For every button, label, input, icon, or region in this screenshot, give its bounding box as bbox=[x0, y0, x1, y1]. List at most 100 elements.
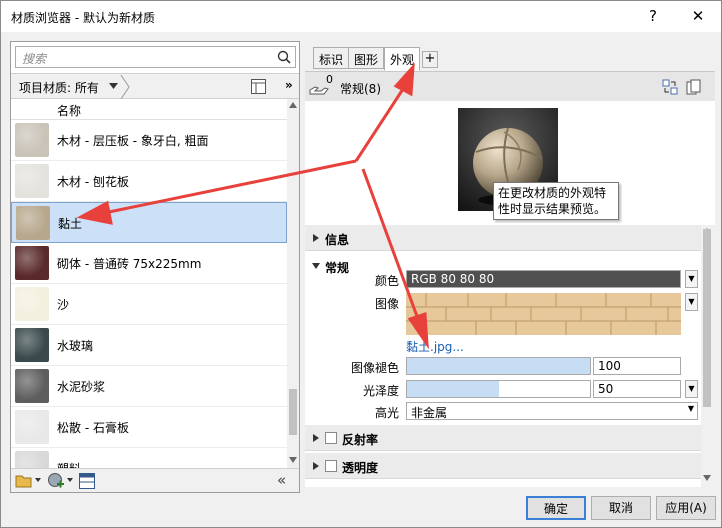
section-info-label: 信息 bbox=[325, 233, 350, 247]
material-list-panel: 搜索 项目材质: 所有 » 名称 木材 - 层压板 - 象牙白, 粗面 木材 - … bbox=[10, 41, 300, 493]
section-transparency[interactable]: 透明度 bbox=[305, 453, 701, 479]
section-info[interactable]: 信息 bbox=[305, 225, 701, 251]
material-thumbnail bbox=[15, 328, 49, 362]
search-box[interactable]: 搜索 bbox=[15, 46, 296, 68]
image-dropdown[interactable]: ▼ bbox=[685, 293, 698, 311]
glossiness-value[interactable]: 50 bbox=[593, 380, 681, 398]
scroll-down-icon[interactable] bbox=[289, 457, 297, 463]
collapse-library-icon[interactable]: « bbox=[277, 471, 286, 489]
filter-bar: 项目材质: 所有 » bbox=[11, 73, 299, 99]
material-thumbnail bbox=[15, 287, 49, 321]
material-list-item[interactable]: 塑料 bbox=[11, 448, 287, 468]
ok-button[interactable]: 确定 bbox=[526, 496, 586, 520]
section-reflectivity-label: 反射率 bbox=[342, 433, 379, 447]
section-reflectivity[interactable]: 反射率 bbox=[305, 425, 701, 451]
highlights-value: 非金属 bbox=[411, 406, 448, 420]
material-thumbnail bbox=[15, 369, 49, 403]
material-editor-icon[interactable] bbox=[79, 473, 95, 489]
material-name: 砌体 - 普通砖 75x225mm bbox=[57, 257, 202, 271]
color-swatch-field[interactable]: RGB 80 80 80 bbox=[406, 270, 681, 288]
tab-graphics[interactable]: 图形 bbox=[348, 47, 385, 69]
material-list-item[interactable]: 木材 - 层压板 - 象牙白, 粗面 bbox=[11, 120, 287, 161]
properties-panel: 信息 常规 颜色 RGB 80 80 80 ▼ 图像 ▼ 黏土.jpg... 图… bbox=[305, 225, 701, 487]
material-list-item[interactable]: 沙 bbox=[11, 284, 287, 325]
asset-name: 常规(8) bbox=[340, 82, 381, 96]
add-tab-button[interactable]: + bbox=[422, 51, 438, 68]
close-button[interactable]: ✕ bbox=[683, 5, 713, 27]
material-thumbnail bbox=[15, 246, 49, 280]
glossiness-label: 光泽度 bbox=[362, 384, 399, 398]
list-scrollbar[interactable] bbox=[287, 99, 299, 469]
highlights-select[interactable]: 非金属 ▼ bbox=[406, 402, 698, 420]
collapse-arrow-icon[interactable] bbox=[312, 263, 320, 269]
chevron-down-icon[interactable] bbox=[109, 83, 118, 89]
asset-toolbar: 0 常规(8) bbox=[305, 71, 715, 101]
expand-arrow-icon[interactable] bbox=[313, 234, 319, 242]
material-name: 松散 - 石膏板 bbox=[57, 421, 129, 435]
cancel-button[interactable]: 取消 bbox=[591, 496, 651, 520]
material-list: 木材 - 层压板 - 象牙白, 粗面木材 - 刨花板黏土砌体 - 普通砖 75x… bbox=[11, 120, 287, 468]
image-texture-thumbnail[interactable] bbox=[406, 293, 681, 335]
material-thumbnail bbox=[15, 123, 49, 157]
material-thumbnail bbox=[15, 451, 49, 468]
expand-arrow-icon[interactable] bbox=[313, 434, 319, 442]
material-list-item[interactable]: 水玻璃 bbox=[11, 325, 287, 366]
list-header: 名称 bbox=[11, 99, 287, 120]
color-dropdown[interactable]: ▼ bbox=[685, 270, 698, 288]
material-list-item[interactable]: 水泥砂浆 bbox=[11, 366, 287, 407]
scroll-thumb[interactable] bbox=[289, 389, 297, 435]
breadcrumb-arrow-icon bbox=[120, 75, 130, 99]
image-fade-slider[interactable] bbox=[406, 357, 591, 375]
material-name: 水玻璃 bbox=[57, 339, 94, 353]
create-material-icon[interactable] bbox=[47, 472, 65, 490]
glossiness-slider[interactable] bbox=[406, 380, 591, 398]
material-browser-window: 材质浏览器 - 默认为新材质 ? ✕ 搜索 项目材质: 所有 » 名称 木材 -… bbox=[0, 0, 722, 528]
chevron-down-icon[interactable] bbox=[35, 478, 41, 482]
properties-scrollbar[interactable] bbox=[701, 225, 713, 487]
name-column-header[interactable]: 名称 bbox=[57, 102, 81, 119]
material-list-item[interactable]: 黏土 bbox=[11, 202, 287, 243]
glossiness-fill bbox=[407, 381, 499, 397]
expand-arrow-icon[interactable] bbox=[313, 462, 319, 470]
tab-appearance[interactable]: 外观 bbox=[384, 47, 421, 71]
view-layout-icon[interactable] bbox=[251, 79, 266, 94]
image-file-link[interactable]: 黏土.jpg... bbox=[406, 338, 464, 355]
chevron-down-icon[interactable]: ▼ bbox=[688, 404, 694, 413]
material-name: 塑料 bbox=[57, 460, 81, 468]
window-title: 材质浏览器 - 默认为新材质 bbox=[11, 11, 155, 25]
tab-identity[interactable]: 标识 bbox=[313, 47, 350, 69]
help-button[interactable]: ? bbox=[638, 5, 668, 27]
chevron-down-icon[interactable] bbox=[67, 478, 73, 482]
scroll-down-icon[interactable] bbox=[703, 475, 711, 481]
search-icon[interactable] bbox=[277, 50, 291, 64]
material-list-item[interactable]: 松散 - 石膏板 bbox=[11, 407, 287, 448]
apply-button[interactable]: 应用(A) bbox=[656, 496, 716, 520]
replace-asset-icon[interactable] bbox=[662, 79, 678, 95]
material-name: 黏土 bbox=[58, 217, 83, 231]
filter-dropdown[interactable]: 项目材质: 所有 bbox=[19, 79, 99, 96]
scroll-up-icon[interactable] bbox=[289, 102, 297, 108]
glossiness-dropdown[interactable]: ▼ bbox=[685, 380, 698, 398]
transparency-checkbox[interactable] bbox=[325, 460, 337, 472]
color-label: 颜色 bbox=[374, 274, 399, 288]
preview-tooltip: 在更改材质的外观特性时显示结果预览。 bbox=[493, 182, 619, 220]
material-name: 木材 - 层压板 - 象牙白, 粗面 bbox=[57, 134, 209, 148]
section-transparency-label: 透明度 bbox=[342, 461, 379, 475]
asset-count-badge: 0 bbox=[326, 73, 333, 86]
material-name: 水泥砂浆 bbox=[57, 380, 106, 394]
material-list-item[interactable]: 木材 - 刨花板 bbox=[11, 161, 287, 202]
expand-chevron-icon[interactable]: » bbox=[285, 78, 293, 92]
image-fade-value[interactable]: 100 bbox=[593, 357, 681, 375]
material-thumbnail bbox=[15, 410, 49, 444]
duplicate-asset-icon[interactable] bbox=[686, 79, 702, 95]
reflectivity-checkbox[interactable] bbox=[325, 432, 337, 444]
material-thumbnail bbox=[15, 164, 49, 198]
open-library-icon[interactable] bbox=[15, 473, 33, 489]
image-fade-label: 图像褪色 bbox=[350, 361, 399, 375]
image-label: 图像 bbox=[374, 297, 399, 311]
library-toolbar: « bbox=[11, 468, 299, 492]
image-fade-fill bbox=[407, 358, 590, 374]
search-input[interactable]: 搜索 bbox=[22, 50, 46, 67]
scroll-thumb[interactable] bbox=[703, 229, 711, 407]
material-list-item[interactable]: 砌体 - 普通砖 75x225mm bbox=[11, 243, 287, 284]
